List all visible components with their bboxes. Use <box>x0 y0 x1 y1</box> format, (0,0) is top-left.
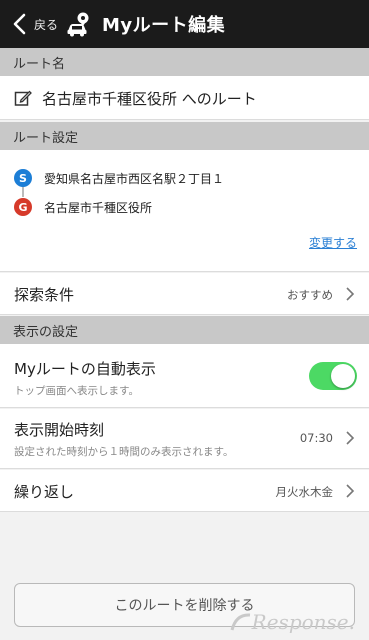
route-name-value: 名古屋市千種区役所 へのルート <box>42 89 257 108</box>
response-watermark-logo: Response. <box>230 610 355 634</box>
search-conditions-value: おすすめ <box>287 288 333 302</box>
auto-display-toggle[interactable] <box>309 362 357 390</box>
start-point: S 愛知県名古屋市西区名駅２丁目１ <box>14 169 224 187</box>
chevron-right-icon <box>346 484 355 498</box>
change-route-link[interactable]: 変更する <box>309 234 357 251</box>
route-settings-panel: S 愛知県名古屋市西区名駅２丁目１ G 名古屋市千種区役所 変更する <box>0 150 369 272</box>
chevron-right-icon <box>346 431 355 445</box>
search-conditions-label: 探索条件 <box>14 286 75 304</box>
route-name-row[interactable]: 名古屋市千種区役所 へのルート <box>0 76 369 120</box>
goal-address: 名古屋市千種区役所 <box>44 200 153 215</box>
section-heading-display-settings: 表示の設定 <box>0 316 369 344</box>
search-conditions-row[interactable]: 探索条件 おすすめ <box>0 273 369 315</box>
app-header: 戻る Myルート編集 <box>0 0 369 48</box>
section-heading-route-name: ルート名 <box>0 48 369 76</box>
start-address: 愛知県名古屋市西区名駅２丁目１ <box>44 171 225 186</box>
auto-display-label: Myルートの自動表示 <box>14 360 156 378</box>
back-label: 戻る <box>34 17 59 32</box>
repeat-value: 月火水木金 <box>275 485 334 499</box>
chevron-right-icon <box>346 287 355 301</box>
start-time-sub: 設定された時刻から１時間のみ表示されます。 <box>14 446 234 458</box>
chevron-left-icon <box>13 13 26 35</box>
start-time-row[interactable]: 表示開始時刻 設定された時刻から１時間のみ表示されます。 07:30 <box>0 409 369 469</box>
watermark-text: Response. <box>251 610 355 634</box>
page-title: Myルート編集 <box>102 15 226 36</box>
auto-display-row: Myルートの自動表示 トップ画面へ表示します。 <box>0 344 369 408</box>
edit-icon <box>14 90 32 106</box>
section-heading-route-settings: ルート設定 <box>0 122 369 150</box>
repeat-row[interactable]: 繰り返し 月火水木金 <box>0 470 369 512</box>
repeat-label: 繰り返し <box>14 483 75 501</box>
start-time-label: 表示開始時刻 <box>14 421 105 439</box>
toggle-knob <box>331 364 355 388</box>
goal-point: G 名古屋市千種区役所 <box>14 198 152 216</box>
car-pin-icon <box>66 11 94 37</box>
start-marker-icon: S <box>14 169 32 187</box>
goal-marker-icon: G <box>14 198 32 216</box>
response-logo-icon <box>230 613 250 631</box>
start-time-value: 07:30 <box>299 431 333 445</box>
auto-display-sub: トップ画面へ表示します。 <box>14 385 139 397</box>
back-button[interactable]: 戻る <box>0 0 58 48</box>
